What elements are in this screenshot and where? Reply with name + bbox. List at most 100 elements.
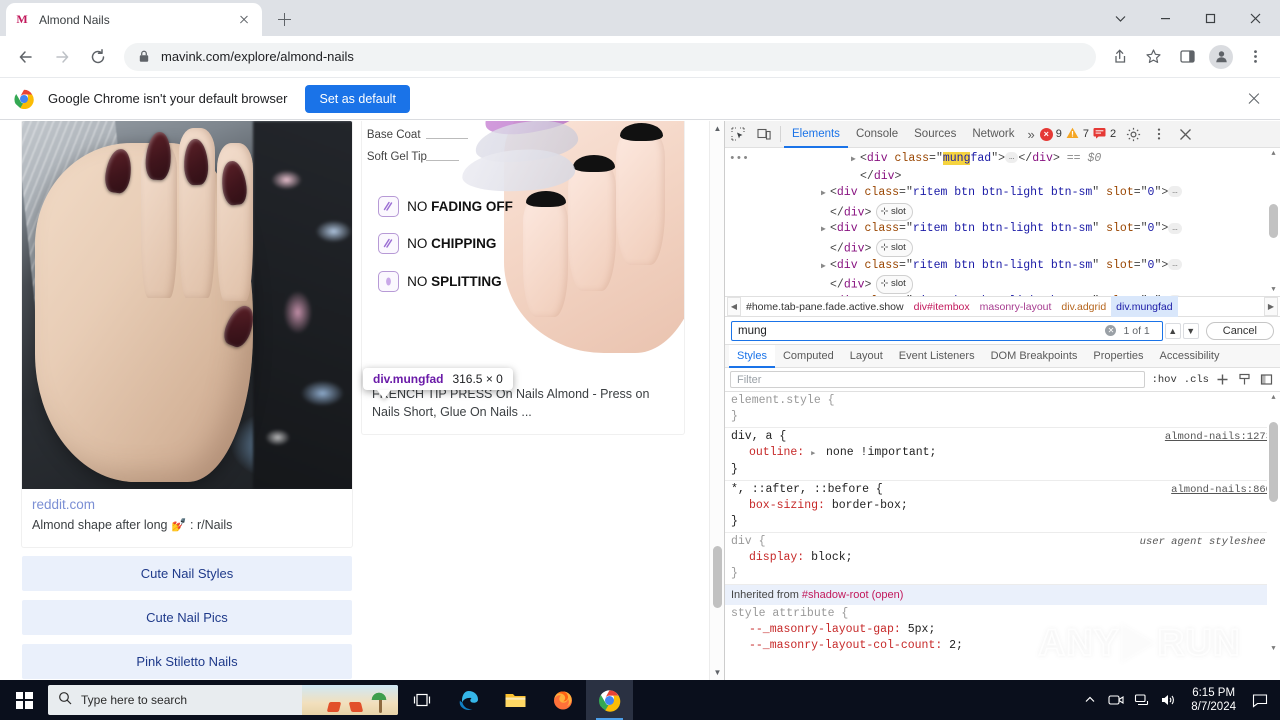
tab-close-icon[interactable] [234, 10, 254, 30]
css-rule-origin[interactable]: almond-nails:1273 [1165, 429, 1272, 445]
clear-search-icon[interactable]: ✕ [1105, 325, 1117, 336]
styles-scrollbar-thumb[interactable] [1269, 422, 1278, 502]
dom-tree-line[interactable]: ▶<div class="ritem btn btn-light btn-sm"… [725, 258, 1280, 276]
scroll-down-icon[interactable]: ▼ [710, 665, 724, 680]
expand-ellipsis-button[interactable]: … [1168, 259, 1182, 271]
search-prev-icon[interactable]: ▲ [1164, 322, 1181, 339]
dom-tree-line[interactable]: </div> ⊹ slot [725, 275, 1280, 294]
related-search-chip[interactable]: Cute Nail Pics [22, 599, 352, 635]
tab-event-listeners[interactable]: Event Listeners [891, 345, 983, 368]
css-declaration[interactable]: outline: ▶ none !important; [725, 445, 1280, 462]
breadcrumb-item-mungfad[interactable]: div.mungfad [1111, 296, 1178, 317]
camera-tray-icon[interactable] [1103, 680, 1129, 720]
tab-properties[interactable]: Properties [1085, 345, 1151, 368]
side-panel-icon[interactable] [1172, 42, 1202, 72]
devtools-tab-sources[interactable]: Sources [906, 121, 964, 148]
breadcrumb-prev-icon[interactable]: ◀ [727, 297, 741, 316]
breadcrumb-next-icon[interactable]: ▶ [1264, 297, 1278, 316]
forward-button[interactable] [46, 41, 78, 73]
image-card-reddit[interactable]: reddit.com Almond shape after long 💅 : r… [22, 121, 352, 547]
scroll-down-icon[interactable]: ▼ [1267, 284, 1280, 296]
three-dot-menu-icon[interactable] [1240, 42, 1270, 72]
address-bar[interactable]: mavink.com/explore/almond-nails [124, 42, 1096, 71]
devtools-menu-icon[interactable] [1146, 121, 1172, 147]
tab-dom-breakpoints[interactable]: DOM Breakpoints [983, 345, 1086, 368]
hand-with-dark-almond-nails-image[interactable] [22, 121, 352, 489]
browser-tab[interactable]: M Almond Nails [6, 3, 262, 36]
edge-icon[interactable] [445, 680, 492, 720]
bookmark-star-icon[interactable] [1138, 42, 1168, 72]
dom-tree-line[interactable]: ▶<div class="ritem btn btn-light btn-sm"… [725, 185, 1280, 203]
expand-ellipsis-button[interactable]: … [1168, 186, 1182, 198]
css-selector[interactable]: element.style { [725, 393, 1280, 409]
dom-tree-line[interactable]: </div> ⊹ slot [725, 202, 1280, 222]
scroll-up-icon[interactable]: ▲ [710, 121, 724, 136]
expand-triangle-icon[interactable]: ▶ [821, 186, 830, 203]
chrome-icon[interactable] [586, 680, 633, 720]
profile-avatar-icon[interactable] [1206, 42, 1236, 72]
value-expander-icon[interactable]: ▶ [811, 446, 819, 462]
network-icon[interactable] [1129, 680, 1155, 720]
scroll-down-icon[interactable]: ▼ [1267, 643, 1280, 655]
reload-button[interactable] [82, 41, 114, 73]
gear-icon[interactable] [1120, 121, 1146, 147]
css-declaration[interactable]: --_masonry-layout-col-count: 2; [725, 638, 1280, 654]
css-declaration[interactable]: --_masonry-layout-gap: 5px; [725, 622, 1280, 638]
breadcrumb-item-home[interactable]: #home.tab-pane.fade.active.show [741, 296, 909, 317]
tab-styles[interactable]: Styles [729, 344, 775, 368]
element-classes-icon[interactable] [1235, 371, 1253, 389]
expand-ellipsis-button[interactable]: … [1168, 295, 1182, 296]
inspect-element-icon[interactable] [725, 121, 751, 147]
hov-toggle[interactable]: :hov [1152, 374, 1177, 386]
file-explorer-icon[interactable] [492, 680, 539, 720]
back-button[interactable] [10, 41, 42, 73]
expand-triangle-icon[interactable]: ▶ [821, 259, 830, 276]
tab-computed[interactable]: Computed [775, 345, 842, 368]
devtools-tab-console[interactable]: Console [848, 121, 906, 148]
expand-triangle-icon[interactable]: ▶ [851, 152, 860, 169]
scroll-up-icon[interactable]: ▲ [1267, 392, 1280, 404]
window-close-icon[interactable] [1233, 0, 1278, 36]
message-count-badge[interactable]: 2 [1093, 127, 1116, 142]
chevron-down-icon[interactable] [1098, 0, 1143, 36]
start-button[interactable] [0, 680, 48, 720]
expand-triangle-icon[interactable]: ▶ [821, 295, 830, 296]
inherited-source[interactable]: #shadow-root (open) [802, 589, 904, 601]
search-next-icon[interactable]: ▼ [1182, 322, 1199, 339]
tab-accessibility[interactable]: Accessibility [1152, 345, 1228, 368]
dom-scrollbar-thumb[interactable] [1269, 204, 1278, 238]
dom-search-input[interactable]: mung ✕ 1 of 1 [731, 320, 1163, 341]
expand-ellipsis-button[interactable]: … [1005, 152, 1019, 164]
maximize-icon[interactable] [1188, 0, 1233, 36]
devtools-tab-network[interactable]: Network [964, 121, 1022, 148]
infobar-close-icon[interactable] [1242, 87, 1266, 111]
expand-ellipsis-button[interactable]: … [1168, 222, 1182, 234]
tab-layout[interactable]: Layout [842, 345, 891, 368]
slot-badge[interactable]: ⊹ slot [876, 238, 913, 258]
taskbar-search-box[interactable]: Type here to search [48, 685, 398, 715]
css-declaration[interactable]: box-sizing: border-box; [725, 498, 1280, 514]
styles-filter-input[interactable]: Filter [730, 371, 1145, 388]
css-rule[interactable]: almond-nails:1273 div, a {outline: ▶ none… [725, 428, 1280, 481]
related-search-chip[interactable]: Pink Stiletto Nails [22, 643, 352, 679]
page-scrollbar[interactable]: ▲ ▼ [709, 121, 724, 680]
slot-badge[interactable]: ⊹ slot [876, 202, 913, 221]
dom-tree-line[interactable]: ▶ <div class="mungfad">… </div> == $0 [725, 151, 1280, 169]
share-icon[interactable] [1104, 42, 1134, 72]
styles-scrollbar[interactable]: ▲ ▼ [1267, 392, 1280, 655]
devtools-tab-elements[interactable]: Elements [784, 121, 848, 148]
devtools-close-icon[interactable] [1172, 121, 1198, 147]
set-as-default-button[interactable]: Set as default [305, 84, 410, 113]
volume-icon[interactable] [1155, 680, 1181, 720]
dom-tree-line[interactable]: </div> [725, 169, 1280, 186]
show-hidden-icons-icon[interactable] [1077, 680, 1103, 720]
expand-triangle-icon[interactable]: ▶ [821, 222, 830, 239]
dom-tree-line[interactable]: ▶<div class="ritem btn btn-light btn-sm"… [725, 221, 1280, 239]
css-rule[interactable]: user agent stylesheet div {display: block… [725, 533, 1280, 585]
breadcrumb-item-adgrid[interactable]: div.adgrid [1056, 296, 1111, 317]
related-search-chip[interactable]: Cute Nail Styles [22, 555, 352, 591]
breadcrumb-item-masonry-layout[interactable]: masonry-layout [975, 296, 1057, 317]
new-style-rule-icon[interactable] [1213, 371, 1231, 389]
more-tabs-chevron-icon[interactable]: » [1023, 127, 1040, 142]
notification-icon[interactable] [1246, 680, 1274, 720]
